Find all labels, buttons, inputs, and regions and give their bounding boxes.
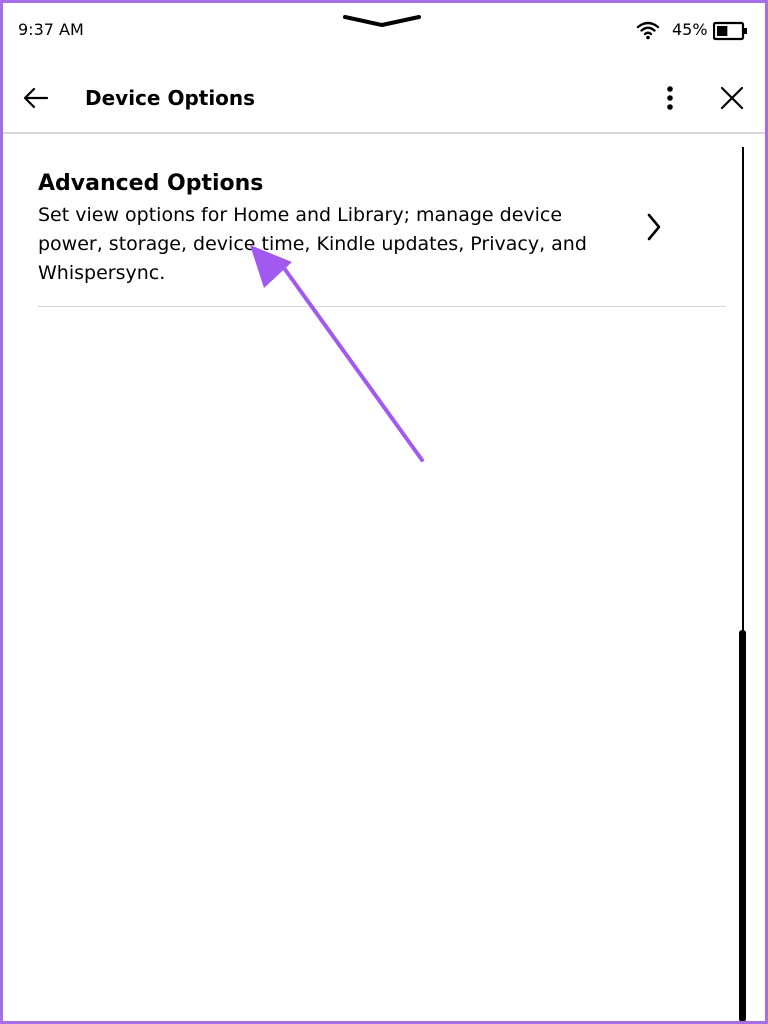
screenshot-frame — [0, 0, 768, 1024]
back-arrow-icon — [23, 87, 49, 109]
status-time: 9:37 AM — [18, 20, 84, 39]
scrollbar-thumb[interactable] — [739, 630, 746, 1022]
chevron-right-icon — [646, 212, 662, 246]
annotation-arrow-icon — [250, 245, 424, 462]
back-button[interactable] — [18, 84, 54, 112]
header-bar: Device Options — [0, 60, 768, 134]
advanced-options-item[interactable]: Advanced Options Set view options for Ho… — [38, 160, 726, 307]
status-bar: 9:37 AM 45% — [0, 0, 768, 60]
option-description: Set view options for Home and Library; m… — [38, 204, 587, 284]
more-vertical-icon — [667, 86, 673, 110]
close-button[interactable] — [716, 82, 748, 114]
pull-down-handle-icon[interactable] — [342, 12, 422, 34]
battery-icon — [712, 21, 749, 45]
wifi-icon — [636, 20, 660, 44]
option-title: Advanced Options — [38, 171, 264, 196]
more-options-button[interactable] — [656, 82, 684, 114]
battery-percent: 45% — [672, 20, 708, 39]
close-icon — [720, 86, 744, 110]
page-title: Device Options — [85, 86, 256, 110]
